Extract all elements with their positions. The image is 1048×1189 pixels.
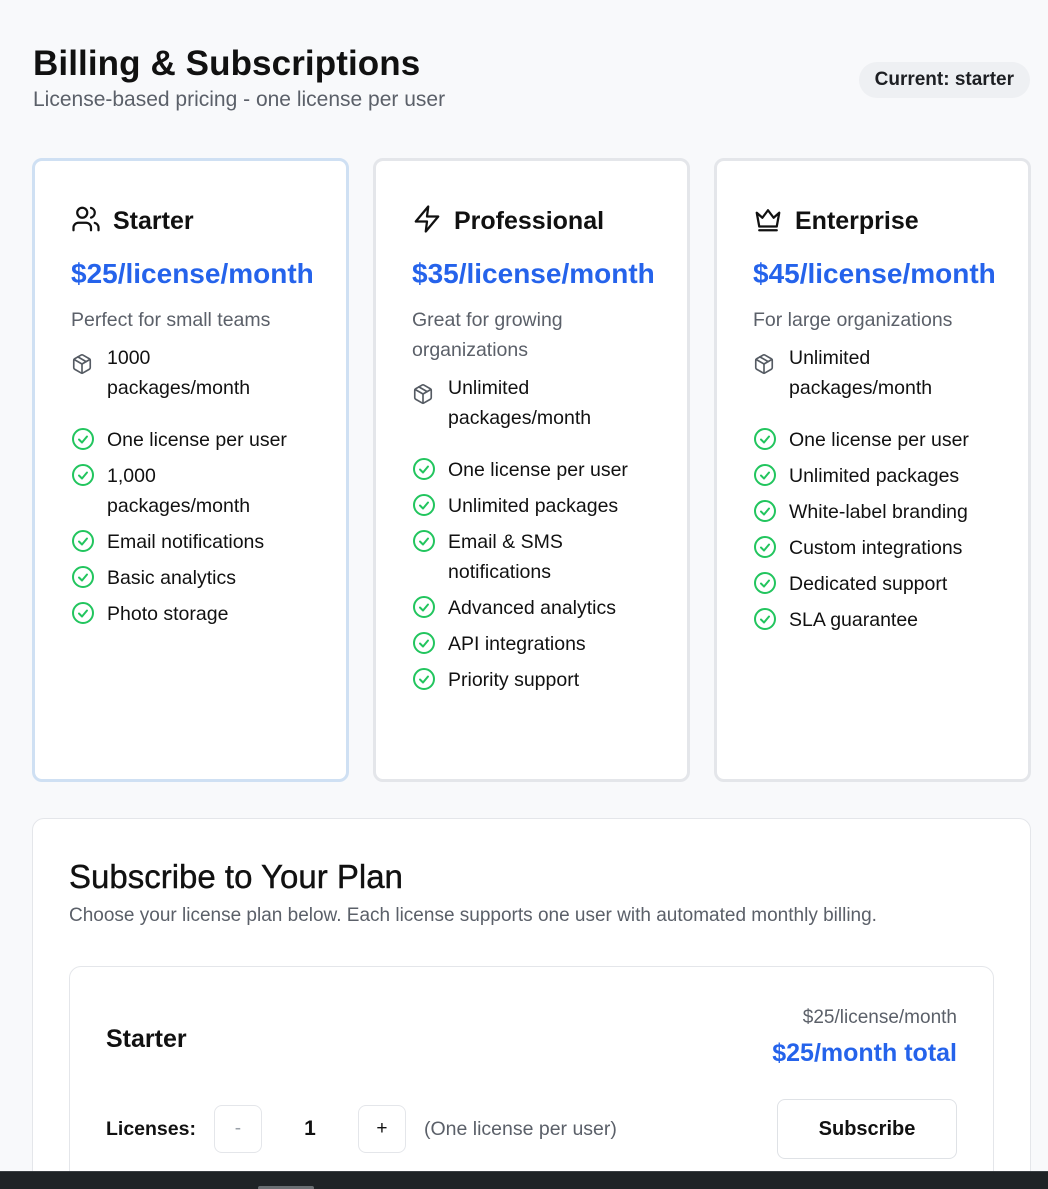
- users-icon: [71, 204, 101, 239]
- plan-card-professional[interactable]: Professional $35/license/month Great for…: [373, 158, 690, 782]
- licenses-label: Licenses:: [106, 1117, 196, 1140]
- plan-description: Great for growing organizations: [412, 309, 563, 361]
- feature-item: Advanced analytics: [412, 593, 651, 623]
- check-circle-icon: [71, 601, 95, 625]
- check-circle-icon: [71, 427, 95, 451]
- package-icon: [412, 383, 436, 433]
- feature-item: API integrations: [412, 629, 651, 659]
- plan-packages-label: Unlimited packages/month: [789, 347, 933, 399]
- check-circle-icon: [412, 493, 436, 517]
- check-circle-icon: [753, 499, 777, 523]
- subscribe-button[interactable]: Subscribe: [777, 1099, 957, 1159]
- feature-list: One license per user 1,000 packages/mont…: [71, 425, 310, 629]
- lightning-icon: [412, 204, 442, 239]
- feature-item: Email & SMS notifications: [412, 527, 612, 587]
- check-circle-icon: [412, 667, 436, 691]
- feature-list: One license per user Unlimited packages …: [753, 425, 992, 635]
- feature-item: Custom integrations: [753, 533, 992, 563]
- check-circle-icon: [412, 595, 436, 619]
- feature-item: Photo storage: [71, 599, 310, 629]
- package-icon: [71, 353, 95, 403]
- plan-name: Professional: [454, 206, 605, 235]
- subscribe-title: Subscribe to Your Plan: [69, 858, 403, 895]
- selected-plan-total: $25/month total: [772, 1039, 957, 1067]
- check-circle-icon: [753, 463, 777, 487]
- plan-price: $35/license/month: [412, 258, 655, 289]
- plan-packages-label: Unlimited packages/month: [448, 377, 592, 429]
- check-circle-icon: [753, 535, 777, 559]
- license-quantity-stepper: Licenses: - 1 + (One license per user): [106, 1105, 617, 1153]
- check-circle-icon: [71, 529, 95, 553]
- plan-name: Starter: [113, 206, 194, 235]
- subscribe-panel: Subscribe to Your Plan Choose your licen…: [32, 818, 1031, 1189]
- check-circle-icon: [753, 571, 777, 595]
- plan-packages-label: 1000 packages/month: [107, 347, 251, 399]
- plan-card-starter[interactable]: Starter $25/license/month Perfect for sm…: [32, 158, 349, 782]
- check-circle-icon: [71, 463, 95, 487]
- feature-item: White-label branding: [753, 497, 992, 527]
- feature-list: One license per user Unlimited packages …: [412, 455, 651, 695]
- plan-packages: Unlimited packages/month: [753, 343, 963, 403]
- license-count: 1: [304, 1117, 316, 1140]
- feature-item: Email notifications: [71, 527, 310, 557]
- feature-item: SLA guarantee: [753, 605, 992, 635]
- feature-item: Basic analytics: [71, 563, 310, 593]
- license-note: (One license per user): [423, 1117, 617, 1140]
- selected-plan-name: Starter: [106, 1025, 187, 1053]
- check-circle-icon: [753, 607, 777, 631]
- taskbar: [0, 1171, 1048, 1189]
- plan-card-enterprise[interactable]: Enterprise $45/license/month For large o…: [714, 158, 1031, 782]
- feature-item: 1,000 packages/month: [71, 461, 271, 521]
- check-circle-icon: [753, 427, 777, 451]
- feature-item: Priority support: [412, 665, 651, 695]
- check-circle-icon: [71, 565, 95, 589]
- package-icon: [753, 353, 777, 403]
- current-plan-badge: Current: starter: [858, 62, 1030, 98]
- feature-item: Dedicated support: [753, 569, 992, 599]
- check-circle-icon: [412, 529, 436, 553]
- plan-packages: Unlimited packages/month: [412, 373, 622, 433]
- feature-item: One license per user: [71, 425, 310, 455]
- selected-plan-row: Starter $25/license/month $25/month tota…: [69, 966, 994, 1189]
- plan-cards: Starter $25/license/month Perfect for sm…: [32, 158, 1031, 782]
- feature-item: Unlimited packages: [753, 461, 992, 491]
- decrement-licenses-button[interactable]: -: [213, 1105, 262, 1153]
- check-circle-icon: [412, 457, 436, 481]
- subscribe-description: Choose your license plan below. Each lic…: [69, 905, 877, 926]
- plan-name: Enterprise: [795, 206, 919, 235]
- feature-item: One license per user: [753, 425, 992, 455]
- crown-icon: [753, 204, 783, 239]
- selected-plan-unit-price: $25/license/month: [802, 1007, 957, 1028]
- plan-price: $45/license/month: [753, 258, 996, 289]
- increment-licenses-button[interactable]: +: [357, 1105, 406, 1153]
- plan-description: For large organizations: [753, 309, 953, 331]
- plan-packages: 1000 packages/month: [71, 343, 261, 403]
- plan-description: Perfect for small teams: [71, 309, 271, 331]
- feature-item: One license per user: [412, 455, 651, 485]
- check-circle-icon: [412, 631, 436, 655]
- page-header: Billing & Subscriptions License-based pr…: [33, 42, 1030, 132]
- plan-price: $25/license/month: [71, 258, 314, 289]
- feature-item: Unlimited packages: [412, 491, 651, 521]
